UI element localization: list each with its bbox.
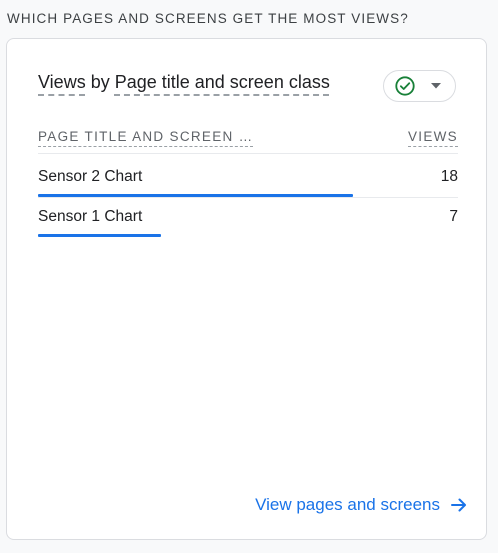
footer-link-label: View pages and screens: [255, 495, 440, 514]
dimension-label[interactable]: Page title and screen class: [115, 72, 330, 92]
check-circle-icon: [395, 76, 415, 96]
row-page-title: Sensor 1 Chart: [38, 208, 143, 225]
title-connector: by: [85, 72, 115, 92]
top-pages-card: Views by Page title and screen class PAG…: [6, 38, 487, 540]
section-heading: WHICH PAGES AND SCREENS GET THE MOST VIE…: [7, 11, 409, 26]
arrow-right-icon: [451, 498, 466, 512]
column-header-views[interactable]: VIEWS: [407, 129, 458, 147]
data-quality-dropdown[interactable]: [383, 70, 456, 102]
caret-down-icon: [431, 83, 441, 89]
row-views-value: 7: [449, 208, 458, 225]
column-header-page-title[interactable]: PAGE TITLE AND SCREEN …: [38, 129, 254, 147]
table-row[interactable]: Sensor 1 Chart 7: [38, 197, 458, 237]
card-title: Views by Page title and screen class: [38, 71, 330, 93]
row-page-title: Sensor 2 Chart: [38, 168, 143, 185]
metric-label[interactable]: Views: [38, 72, 86, 92]
row-views-bar: [38, 234, 161, 237]
view-pages-and-screens-link[interactable]: View pages and screens: [255, 495, 468, 515]
table-row[interactable]: Sensor 2 Chart 18: [38, 157, 458, 198]
row-views-value: 18: [440, 168, 458, 185]
table-header: PAGE TITLE AND SCREEN … VIEWS: [38, 129, 458, 154]
